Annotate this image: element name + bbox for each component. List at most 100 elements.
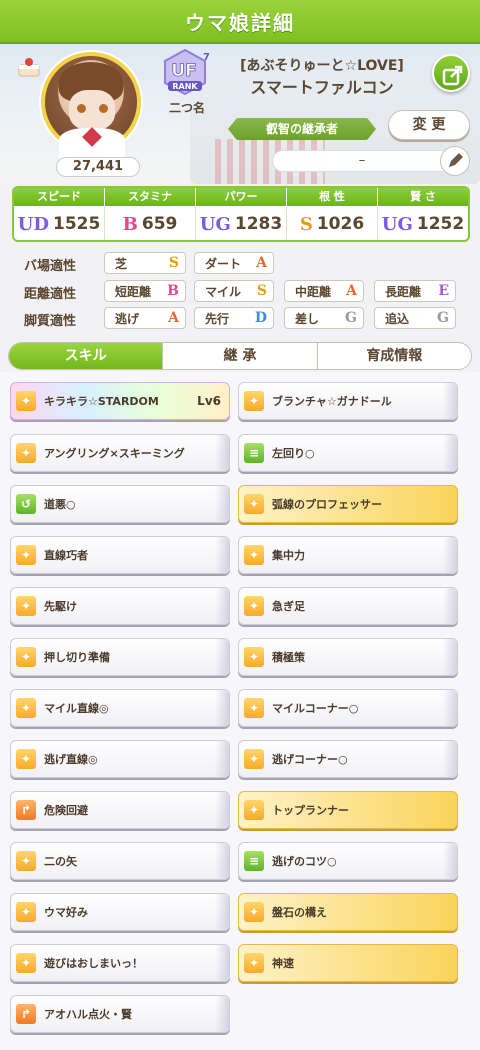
aptitude-betweener: 差し G [284,307,364,329]
aptitude-dirt: ダート A [194,252,274,274]
stats-panel: スピード スタミナ パワー 根 性 賢 さ UD 1525 B 659 UG 1283… [12,186,470,242]
stat-header-wit: 賢 さ [410,190,436,203]
skill-runner-icon: ✦ [244,953,264,973]
skill-card[interactable]: ✦ 遊びはおしまいっ！ [10,944,230,982]
aptitude-mile: マイル S [194,280,274,302]
skill-runner-icon: ✦ [244,391,264,411]
skill-card[interactable]: ✦ 弧線のプロフェッサー [238,485,458,523]
tab-skills[interactable]: スキル [9,343,163,369]
stat-header-speed: スピード [14,188,105,206]
skill-runner-icon: ✦ [16,749,36,769]
skill-list[interactable]: ✦ キラキラ☆STARDOM Lv6 ✦ ブランチャ☆ガナドール ✦ アングリング×スキ… [0,372,480,1050]
share-button[interactable] [432,54,470,92]
skill-runner-icon: ✦ [244,902,264,922]
stat-header-stamina: スタミナ [105,188,196,206]
pencil-icon [449,153,463,167]
track-aptitude-label: バ場適性 [24,259,77,274]
stat-header-guts: 根 性 [287,188,378,206]
skill-runner-icon: ✦ [16,953,36,973]
skill-card[interactable]: ≡ 左回り○ [238,434,458,472]
stat-wit: UG 1252 [378,206,468,240]
skill-swerve-icon: ↱ [16,800,36,820]
tab-inheritance[interactable]: 継 承 [162,343,316,369]
skill-card[interactable]: ✦ マイルコーナー○ [238,689,458,727]
skill-card[interactable]: ✦ 神速 [238,944,458,982]
stat-header-power: パワー [196,188,287,206]
stat-value: 1026 [316,214,365,234]
stat-speed: UD 1525 [14,206,105,240]
skill-runner-icon: ✦ [16,596,36,616]
fan-count: 27,441 [56,157,140,177]
aptitude-turf: 芝S [104,252,186,274]
aptitude-sprint: 短距離 B [104,280,186,302]
skill-track-icon: ≡ [244,851,264,871]
page-title: ウマ娘詳細 [185,10,295,35]
skill-runner-icon: ✦ [16,647,36,667]
stat-grade: UG [199,213,231,235]
birthday-cake-icon [18,58,40,77]
rank-name: 二つ名 [168,101,205,115]
aptitude-medium: 中距離 A [284,280,364,302]
skill-runner-icon: ✦ [244,494,264,514]
skill-runner-icon: ✦ [16,545,36,565]
stat-grade: S [299,213,313,235]
skill-runner-icon: ✦ [16,698,36,718]
skill-runner-icon: ✦ [16,851,36,871]
skill-runner-icon: ✦ [244,698,264,718]
distance-aptitude-label: 距離適性 [24,287,77,302]
rank-badge-icon: UF 7 RANK [164,48,210,96]
skill-card[interactable]: ✦ マイル直線◎ [10,689,230,727]
detail-tabs: スキル 継 承 育成情報 [8,342,472,370]
skill-runner-icon: ✦ [244,800,264,820]
stat-guts: S 1026 [287,206,378,240]
stat-value: 1252 [416,214,465,234]
skill-card[interactable]: ✦ 集中力 [238,536,458,574]
aptitude-leader: 先行 D [194,307,274,329]
aptitude-long: 長距離 E [374,280,456,302]
character-name: スマートファルコン [250,78,394,97]
aptitude-runner: 逃げ A [104,307,186,329]
rank-badge-text: UF [171,61,196,81]
rank-sub-text: RANK [172,82,198,91]
stat-grade: UG [381,213,413,235]
skill-card[interactable]: ✦ 積極策 [238,638,458,676]
skill-recovery-icon: ↺ [16,494,36,514]
tab-training-info[interactable]: 育成情報 [316,343,471,369]
skill-runner-icon: ✦ [16,391,36,411]
strategy-aptitude-label: 脚質適性 [24,314,77,329]
avatar[interactable] [41,52,141,158]
skill-card[interactable]: ✦ ブランチャ☆ガナドール [238,382,458,420]
skill-card[interactable]: ✦ 先駆け [10,587,230,625]
skill-card[interactable]: ✦ 逃げコーナー○ [238,740,458,778]
skill-runner-icon: ✦ [244,749,264,769]
title-badge: 叡智の継承者 [228,118,376,140]
skill-card[interactable]: ✦ キラキラ☆STARDOM Lv6 [10,382,230,420]
stat-power: UG 1283 [196,206,287,240]
skill-card[interactable]: ✦ 二の矢 [10,842,230,880]
skill-card[interactable]: ✦ 逃げ直線◎ [10,740,230,778]
stat-stamina: B 659 [105,206,196,240]
nickname: [あぶそりゅーと☆LOVE] [240,58,404,74]
skill-card[interactable]: ↺ 道悪○ [10,485,230,523]
skill-card[interactable]: ✦ 押し切り準備 [10,638,230,676]
stat-value: 659 [141,214,178,234]
title-bar: ウマ娘詳細 [0,0,480,44]
skill-card[interactable]: ✦ ウマ好み [10,893,230,931]
stat-value: 1283 [234,214,283,234]
edit-memo-button[interactable] [440,146,470,176]
skill-card[interactable]: ✦ 直線巧者 [10,536,230,574]
stat-grade: UD [17,213,49,235]
skill-runner-icon: ✦ [16,902,36,922]
skill-card[interactable]: ✦ アングリング×スキーミング [10,434,230,472]
skill-card[interactable]: ↱ アオハル点火・賢 [10,995,230,1033]
skill-card[interactable]: ✦ トップランナー [238,791,458,829]
skill-swerve-icon: ↱ [16,1004,36,1024]
skill-runner-icon: ✦ [244,596,264,616]
change-button[interactable]: 変 更 [388,110,470,140]
skill-track-icon: ≡ [244,443,264,463]
skill-card[interactable]: ✦ 盤石の構え [238,893,458,931]
stat-grade: B [122,213,138,235]
skill-card[interactable]: ✦ 急ぎ足 [238,587,458,625]
skill-card[interactable]: ≡ 逃げのコツ○ [238,842,458,880]
skill-card[interactable]: ↱ 危険回避 [10,791,230,829]
